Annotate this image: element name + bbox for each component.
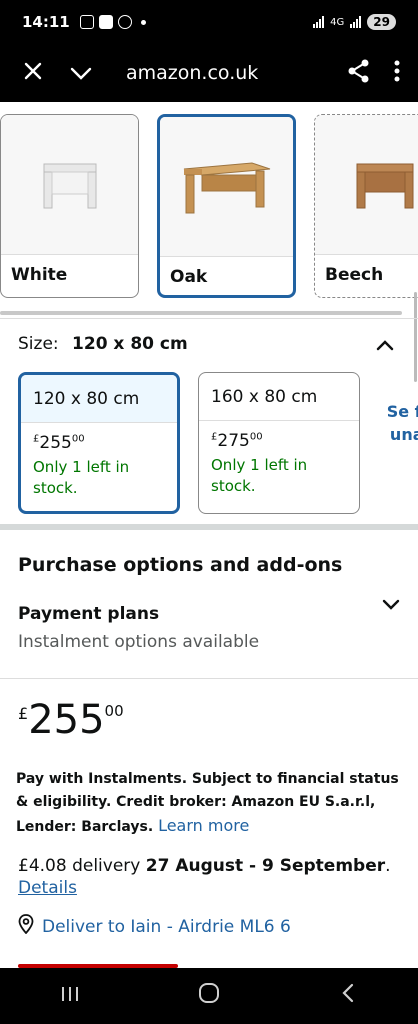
learn-more-link[interactable]: Learn more [158, 816, 249, 835]
network-type: 4G [330, 16, 345, 28]
browser-toolbar: amazon.co.uk [0, 44, 418, 102]
cell-signal-icon [350, 16, 362, 28]
section-separator [0, 524, 418, 530]
share-icon[interactable] [348, 59, 370, 87]
recent-apps-icon[interactable] [40, 984, 100, 1009]
check-icon [98, 15, 113, 29]
size-option-120x80[interactable]: 120 x 80 cm £25500 Only 1 left in stock. [18, 372, 180, 514]
price-whole: 255 [28, 697, 105, 743]
delivery-suffix: . [385, 856, 391, 876]
back-icon[interactable] [318, 983, 378, 1009]
chevron-down-icon[interactable] [382, 592, 400, 616]
product-image-white [1, 115, 138, 255]
more-options-icon[interactable] [394, 60, 400, 86]
swatch-label: Oak [170, 267, 208, 287]
divider [0, 678, 418, 679]
payment-plans-subtitle: Instalment options available [18, 632, 260, 652]
see-more-link[interactable]: Se fea una o [380, 400, 418, 446]
url-text[interactable]: amazon.co.uk [126, 62, 258, 84]
price-currency: £ [18, 704, 29, 723]
swatch-oak[interactable]: Oak [157, 114, 296, 298]
delivery-details-link[interactable]: Details [18, 878, 77, 898]
page-content: White Oak Beech Size: 120 x 80 cm 120 x … [0, 102, 418, 968]
stock-status: Only 1 left in stock. [33, 458, 130, 497]
divider [0, 318, 418, 319]
size-value: 120 x 80 cm [72, 334, 188, 354]
battery-indicator: 29 [367, 14, 396, 30]
stock-status: Only 1 left in stock. [211, 456, 308, 495]
style-swatches: White Oak Beech [0, 114, 418, 304]
swatch-white[interactable]: White [0, 114, 139, 298]
whatsapp-icon [117, 15, 132, 29]
location-pin-icon [18, 914, 34, 939]
delivery-cost: £4.08 delivery [18, 856, 141, 876]
swatch-beech[interactable]: Beech [314, 114, 418, 298]
deliver-to-text: Deliver to Iain - Airdrie ML6 6 [42, 916, 291, 937]
price-whole: 275 [217, 431, 250, 451]
price-fraction: 00 [249, 431, 263, 443]
close-icon[interactable] [18, 58, 48, 88]
home-icon[interactable] [179, 982, 239, 1010]
wifi-signal-icon [313, 16, 325, 28]
more-notifications-icon [140, 19, 146, 25]
delivery-dates: 27 August - 9 September [145, 856, 386, 876]
status-bar: 14:11 4G 29 [0, 0, 418, 44]
chevron-down-icon[interactable] [66, 58, 96, 88]
size-option-name: 120 x 80 cm [21, 375, 177, 423]
delivery-info: £4.08 delivery 27 August - 9 September. [18, 854, 408, 878]
product-image-beech [315, 115, 418, 255]
screenshot-icon [79, 15, 94, 29]
size-option-price: £27500 [211, 431, 347, 451]
price-display: £ 255 00 [18, 698, 124, 742]
swatch-label: White [11, 265, 68, 285]
vertical-scrollbar[interactable] [414, 292, 417, 382]
chevron-up-icon[interactable] [376, 332, 394, 356]
system-navigation-bar [0, 968, 418, 1024]
price-fraction: 00 [104, 702, 124, 720]
instalment-info: Pay with Instalments. Subject to financi… [16, 768, 406, 839]
status-time: 14:11 [22, 13, 70, 31]
swatch-label: Beech [325, 265, 384, 285]
product-image-oak [160, 117, 293, 257]
price-whole: 255 [39, 433, 72, 453]
notification-icons [79, 15, 146, 29]
size-option-160x80[interactable]: 160 x 80 cm £27500 Only 1 left in stock. [198, 372, 360, 514]
payment-plans-title[interactable]: Payment plans [18, 604, 159, 624]
size-option-price: £25500 [33, 433, 165, 453]
size-option-name: 160 x 80 cm [199, 373, 359, 421]
size-label: Size: [18, 334, 59, 354]
size-selector-header: Size: 120 x 80 cm [18, 334, 188, 354]
horizontal-scrollbar[interactable] [0, 311, 402, 315]
purchase-options-title: Purchase options and add-ons [18, 554, 343, 576]
deliver-to-location[interactable]: Deliver to Iain - Airdrie ML6 6 [18, 914, 291, 939]
price-fraction: 00 [71, 433, 85, 445]
